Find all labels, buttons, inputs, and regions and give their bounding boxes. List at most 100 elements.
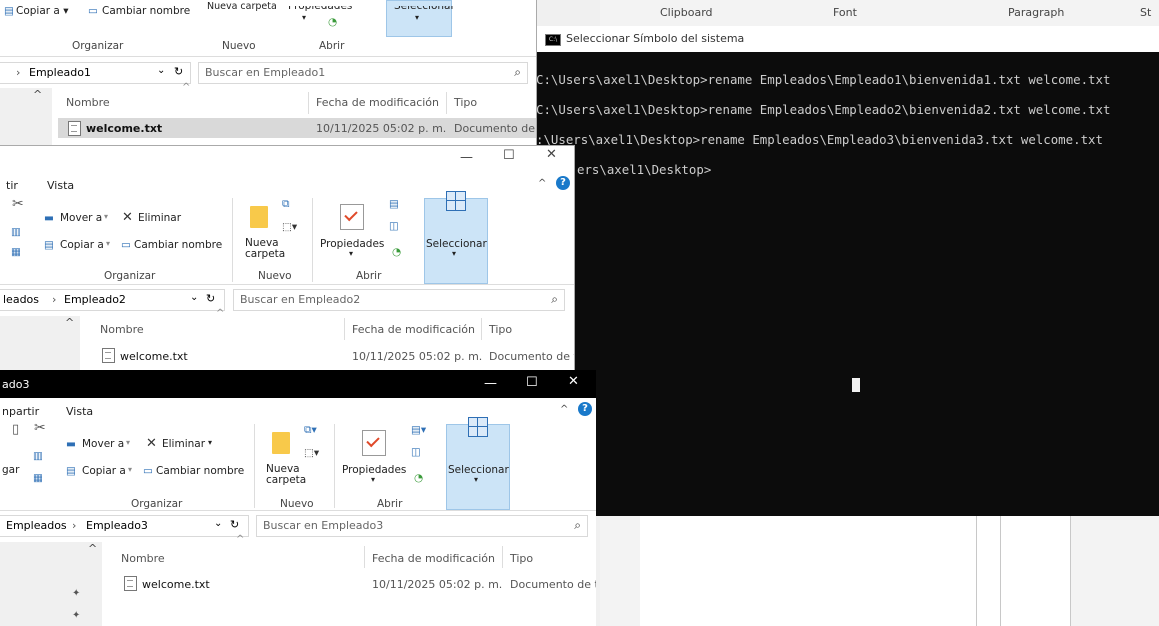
maximize-button[interactable]: ☐	[526, 375, 538, 390]
select-button[interactable]: Seleccionar	[426, 238, 487, 250]
file-name[interactable]: welcome.txt	[86, 122, 162, 135]
copy-to-button[interactable]: Copiar a ▾	[16, 5, 68, 17]
refresh-icon[interactable]: ↻	[230, 518, 239, 531]
file-name[interactable]: welcome.txt	[142, 578, 210, 591]
minimize-button[interactable]: —	[484, 376, 497, 391]
cmd-titlebar[interactable]: C:\ Seleccionar Símbolo del sistema	[536, 26, 1159, 52]
nav-scroll-up-icon[interactable]: ^	[88, 542, 97, 555]
select-button[interactable]: Seleccionar	[448, 464, 509, 476]
column-header-type[interactable]: Tipo	[510, 552, 533, 565]
collapse-ribbon-icon[interactable]: ^	[538, 178, 546, 189]
collapse-ribbon-icon[interactable]: ^	[560, 404, 568, 415]
column-header-name[interactable]: Nombre	[66, 96, 110, 109]
properties-icon[interactable]	[362, 430, 386, 456]
history-icon[interactable]: ◔	[414, 472, 423, 484]
paste-shortcut-icon[interactable]: ▦	[33, 472, 43, 484]
chevron-down-icon[interactable]: ⌄	[157, 65, 165, 76]
delete-button[interactable]: Eliminar	[138, 212, 181, 224]
address-bar[interactable]: leados › Empleado2 ⌄ ↻	[0, 289, 225, 311]
easy-access-icon[interactable]: ⬚▾	[282, 221, 297, 233]
address-bar[interactable]: Empleados › Empleado3 ⌄ ↻	[0, 515, 249, 537]
new-folder-icon[interactable]	[250, 206, 268, 228]
nav-scroll-up-icon[interactable]: ^	[33, 88, 42, 101]
easy-access-icon[interactable]: ⬚▾	[304, 447, 319, 459]
rename-button[interactable]: Cambiar nombre	[102, 5, 190, 17]
paste-shortcut-icon[interactable]: ▦	[11, 246, 21, 258]
pin-icon[interactable]: ✦	[72, 610, 80, 621]
tab-vista[interactable]: Vista	[47, 179, 74, 192]
new-folder-button[interactable]: Nueva carpeta	[245, 238, 285, 260]
delete-button[interactable]: Eliminar	[162, 438, 205, 450]
navigation-pane[interactable]	[0, 88, 52, 145]
column-header-date[interactable]: Fecha de modificación	[316, 96, 439, 109]
open-icon[interactable]: ▤▾	[411, 424, 426, 436]
search-box[interactable]: Buscar en Empleado2 ⌕	[233, 289, 565, 311]
column-header-type[interactable]: Tipo	[454, 96, 477, 109]
new-folder-icon[interactable]	[272, 432, 290, 454]
nav-scroll-up-icon[interactable]: ^	[65, 316, 74, 329]
column-header-date[interactable]: Fecha de modificación	[352, 323, 475, 336]
properties-icon[interactable]	[340, 204, 364, 230]
rename-button[interactable]: Cambiar nombre	[134, 239, 222, 251]
chevron-down-icon[interactable]: ⌄	[190, 292, 198, 303]
explorer-window-empleado1[interactable]: ▤ Copiar a ▾ ▭ Cambiar nombre Nueva carp…	[0, 0, 537, 146]
explorer-window-empleado3[interactable]: ado3 — ☐ ✕ npartir Vista ^ ? ▯ ✂ ▥ ▦ gar…	[0, 370, 596, 626]
history-icon[interactable]: ◔	[392, 246, 401, 258]
copy-to-button[interactable]: Copiar a	[60, 239, 104, 251]
open-icon[interactable]: ▤	[389, 198, 399, 210]
column-header-name[interactable]: Nombre	[100, 323, 144, 336]
column-header-type[interactable]: Tipo	[489, 323, 512, 336]
explorer-window-empleado2[interactable]: — ☐ ✕ tir Vista ^ ? ✂ ▥ ▦ ▬ Mover a ▾ ✕ …	[0, 145, 575, 372]
file-name[interactable]: welcome.txt	[120, 350, 188, 363]
search-icon[interactable]: ⌕	[514, 65, 521, 80]
breadcrumb-empleados[interactable]: leados	[3, 293, 39, 306]
search-box[interactable]: Buscar en Empleado1 ⌕	[198, 62, 528, 84]
new-folder-button[interactable]: Nueva carpeta	[266, 464, 306, 486]
copy-to-button[interactable]: Copiar a	[82, 465, 126, 477]
breadcrumb-empleado3[interactable]: Empleado3	[86, 519, 148, 532]
refresh-icon[interactable]: ↻	[174, 65, 183, 78]
address-bar[interactable]: › Empleado1 ⌄ ↻	[0, 62, 191, 84]
column-header-date[interactable]: Fecha de modificación	[372, 552, 495, 565]
minimize-button[interactable]: —	[460, 150, 473, 165]
edit-icon[interactable]: ◫	[389, 220, 399, 232]
search-input[interactable]: Buscar en Empleado3	[263, 519, 383, 532]
chevron-down-icon[interactable]: ⌄	[214, 518, 222, 529]
refresh-icon[interactable]: ↻	[206, 292, 215, 305]
edit-icon[interactable]: ◫	[411, 446, 421, 458]
cut-icon[interactable]: ✂	[34, 420, 46, 436]
window-titlebar[interactable]: ado3 — ☐ ✕	[0, 370, 596, 398]
move-to-button[interactable]: Mover a	[60, 212, 102, 224]
search-icon[interactable]: ⌕	[574, 518, 581, 533]
maximize-button[interactable]: ☐	[503, 148, 515, 163]
properties-button[interactable]: Propiedades	[288, 6, 352, 12]
new-folder-button[interactable]: Nueva carpeta	[207, 1, 277, 12]
breadcrumb-empleado2[interactable]: Empleado2	[64, 293, 126, 306]
search-input[interactable]: Buscar en Empleado2	[240, 293, 360, 306]
breadcrumb-empleados[interactable]: Empleados	[6, 519, 67, 532]
breadcrumb-empleado1[interactable]: Empleado1	[29, 66, 91, 79]
tab-vista[interactable]: Vista	[66, 405, 93, 418]
rename-button[interactable]: Cambiar nombre	[156, 465, 244, 477]
paste-icon[interactable]: ▯	[12, 422, 19, 437]
help-icon[interactable]: ?	[556, 176, 570, 190]
help-icon[interactable]: ?	[578, 402, 592, 416]
new-item-icon[interactable]: ⧉▾	[304, 424, 317, 437]
word-document-page[interactable]	[640, 516, 1070, 626]
cmd-console[interactable]	[536, 26, 1159, 516]
new-item-icon[interactable]: ⧉	[282, 198, 290, 211]
tab-compartir[interactable]: npartir	[2, 405, 39, 418]
close-button[interactable]: ✕	[546, 147, 557, 162]
move-to-button[interactable]: Mover a	[82, 438, 124, 450]
navigation-pane[interactable]	[0, 542, 102, 626]
search-box[interactable]: Buscar en Empleado3 ⌕	[256, 515, 588, 537]
search-input[interactable]: Buscar en Empleado1	[205, 66, 325, 79]
search-icon[interactable]: ⌕	[551, 292, 558, 307]
pin-icon[interactable]: ✦	[72, 588, 80, 599]
copy-path-icon[interactable]: ▥	[11, 226, 21, 238]
paste-button[interactable]: gar	[2, 464, 19, 476]
close-button[interactable]: ✕	[568, 374, 579, 389]
tab-compartir[interactable]: tir	[6, 179, 18, 192]
copy-path-icon[interactable]: ▥	[33, 450, 43, 462]
cut-icon[interactable]: ✂	[12, 196, 24, 212]
